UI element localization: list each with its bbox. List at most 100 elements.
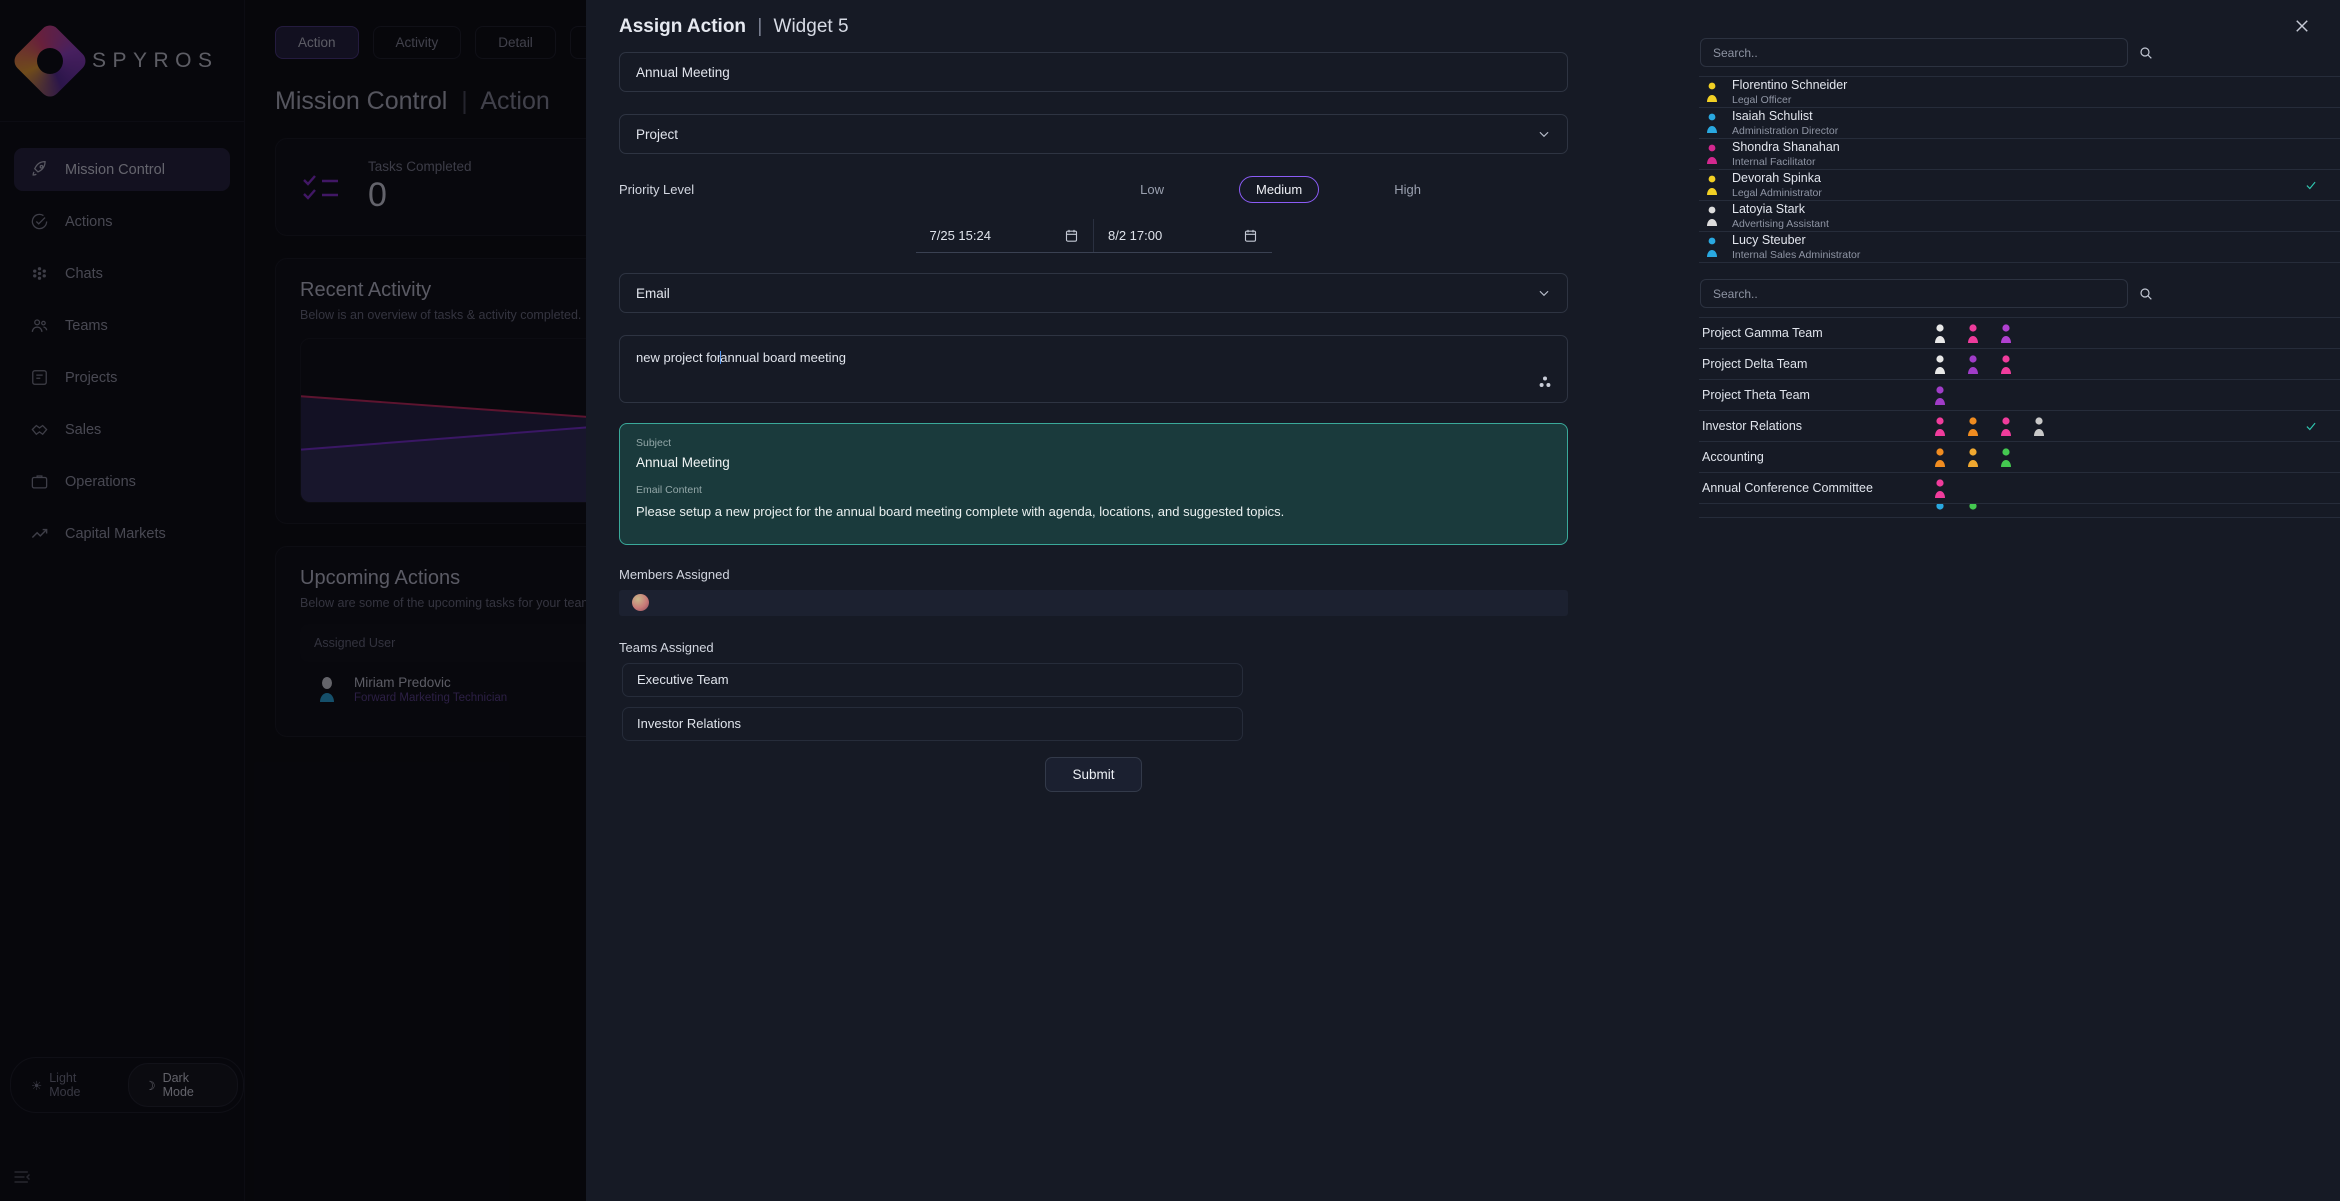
check-icon	[2304, 178, 2318, 192]
people-search-input[interactable]: Search..	[1700, 38, 2128, 67]
avatar	[1704, 204, 1720, 228]
avatar[interactable]	[632, 594, 649, 611]
list-item[interactable]: Lucy Steuber Internal Sales Administrato…	[1699, 232, 2340, 263]
avatar	[1932, 477, 1948, 499]
person-role: Administration Director	[1732, 125, 1838, 137]
start-date-value: 7/25 15:24	[930, 228, 991, 243]
date-range-row: 7/25 15:24 8/2 17:00	[916, 219, 1272, 253]
avatar	[1965, 446, 1981, 468]
assigned-team-chip[interactable]: Investor Relations	[622, 707, 1243, 741]
people-list: Florentino Schneider Legal Officer Isaia…	[1699, 76, 2340, 263]
person-name: Latoyia Stark	[1732, 202, 1829, 216]
list-item[interactable]: Project Gamma Team	[1699, 318, 2340, 349]
avatar	[1932, 504, 1948, 518]
chevron-down-icon	[1537, 127, 1551, 141]
person-role: Internal Sales Administrator	[1732, 249, 1860, 261]
list-item[interactable]: Devorah Spinka Legal Administrator	[1699, 170, 2340, 201]
action-type-value: Project	[636, 127, 678, 142]
avatar	[1704, 235, 1720, 259]
priority-low-button[interactable]: Low	[1123, 176, 1181, 203]
start-date-input[interactable]: 7/25 15:24	[916, 219, 1094, 252]
assigned-team-chip[interactable]: Executive Team	[622, 663, 1243, 697]
person-name: Lucy Steuber	[1732, 233, 1860, 247]
calendar-icon[interactable]	[1064, 228, 1079, 243]
preview-subject-value: Annual Meeting	[636, 455, 1551, 470]
person-name: Florentino Schneider	[1732, 78, 1847, 92]
priority-level-label: Priority Level	[619, 182, 694, 197]
team-member-avatars	[1932, 322, 2014, 344]
prompt-text-after: annual board meeting	[720, 350, 846, 365]
list-item[interactable]: Latoyia Stark Advertising Assistant	[1699, 201, 2340, 232]
team-name: Accounting	[1702, 450, 1932, 464]
end-date-input[interactable]: 8/2 17:00	[1093, 219, 1272, 252]
action-type-select[interactable]: Project	[619, 114, 1568, 154]
person-name: Isaiah Schulist	[1732, 109, 1838, 123]
person-role: Legal Administrator	[1732, 187, 1822, 199]
ai-dots-icon[interactable]	[1537, 374, 1553, 390]
action-name-input[interactable]: Annual Meeting	[619, 52, 1568, 92]
preview-content-label: Email Content	[636, 484, 1551, 496]
list-item[interactable]: Annual Conference Committee	[1699, 473, 2340, 504]
list-item[interactable]: Accounting	[1699, 442, 2340, 473]
calendar-icon[interactable]	[1243, 228, 1258, 243]
modal-title: Assign Action | Widget 5	[619, 16, 849, 38]
avatar	[1965, 322, 1981, 344]
search-icon[interactable]	[2138, 45, 2154, 61]
channel-select[interactable]: Email	[619, 273, 1568, 313]
channel-value: Email	[636, 286, 670, 301]
person-role: Legal Officer	[1732, 94, 1847, 106]
person-name: Devorah Spinka	[1732, 171, 1822, 185]
avatar	[1932, 415, 1948, 437]
list-item[interactable]: Shondra Shanahan Internal Facilitator	[1699, 139, 2340, 170]
end-date-value: 8/2 17:00	[1108, 228, 1162, 243]
priority-level-group: Priority Level Low Medium High	[619, 176, 1568, 203]
priority-high-button[interactable]: High	[1377, 176, 1438, 203]
list-item[interactable]: Florentino Schneider Legal Officer	[1699, 77, 2340, 108]
email-preview-card: Subject Annual Meeting Email Content Ple…	[619, 423, 1568, 545]
person-name: Shondra Shanahan	[1732, 140, 1840, 154]
list-item[interactable]: Project Theta Team	[1699, 380, 2340, 411]
team-name: Project Theta Team	[1702, 388, 1932, 402]
members-assigned-label: Members Assigned	[619, 567, 1568, 582]
preview-content-value: Please setup a new project for the annua…	[636, 503, 1551, 522]
team-member-avatars	[1932, 477, 1948, 499]
modal-title-widget: Widget 5	[774, 16, 849, 37]
avatar	[1704, 111, 1720, 135]
avatar	[1965, 353, 1981, 375]
modal-title-main: Assign Action	[619, 16, 746, 37]
team-member-avatars	[1932, 353, 2014, 375]
list-item[interactable]: Isaiah Schulist Administration Director	[1699, 108, 2340, 139]
assign-action-form: Annual Meeting Project Priority Level Lo…	[619, 52, 1568, 792]
avatar	[1998, 415, 2014, 437]
search-icon[interactable]	[2138, 286, 2154, 302]
preview-subject-label: Subject	[636, 437, 1551, 449]
avatar	[1932, 353, 1948, 375]
teams-search-input[interactable]: Search..	[1700, 279, 2128, 308]
avatar	[1965, 415, 1981, 437]
list-item[interactable]	[1699, 504, 2340, 518]
avatar	[2031, 415, 2047, 437]
teams-list: Project Gamma Team Project Delta Team	[1699, 317, 2340, 518]
avatar	[1998, 353, 2014, 375]
priority-medium-button[interactable]: Medium	[1239, 176, 1319, 203]
team-name: Project Gamma Team	[1702, 326, 1932, 340]
team-member-avatars	[1932, 504, 1981, 518]
team-member-avatars	[1932, 384, 1948, 406]
members-assigned-list[interactable]	[619, 590, 1568, 616]
prompt-textarea[interactable]: new project forannual board meeting	[619, 335, 1568, 403]
team-name: Annual Conference Committee	[1702, 481, 1932, 495]
avatar	[1998, 446, 2014, 468]
avatar	[1932, 322, 1948, 344]
action-name-value: Annual Meeting	[636, 65, 730, 80]
app-root: SPYROS Mission Control Actions Chats T	[0, 0, 2340, 1201]
list-item[interactable]: Investor Relations	[1699, 411, 2340, 442]
avatar	[1932, 384, 1948, 406]
assignment-picker-panel: Search.. Florentino Schneider Legal Offi…	[1699, 0, 2340, 1201]
team-member-avatars	[1932, 446, 2014, 468]
list-item[interactable]: Project Delta Team	[1699, 349, 2340, 380]
assign-action-modal: Assign Action | Widget 5 Annual Meeting …	[586, 0, 2340, 1201]
avatar	[1965, 504, 1981, 518]
submit-button[interactable]: Submit	[1045, 757, 1141, 792]
person-role: Advertising Assistant	[1732, 218, 1829, 230]
avatar	[1704, 173, 1720, 197]
